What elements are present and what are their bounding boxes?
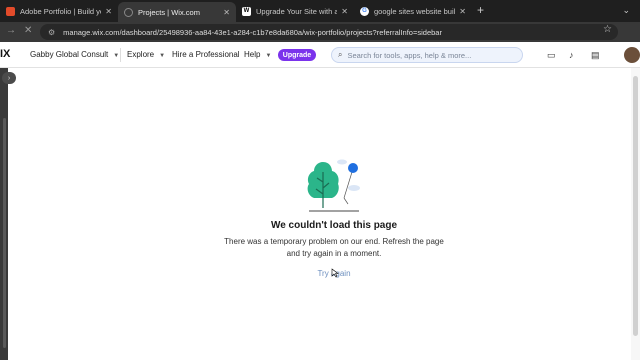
avatar[interactable]: [624, 47, 640, 63]
chat-icon[interactable]: ▭: [547, 50, 556, 61]
notifications-bell-icon[interactable]: ♪: [569, 50, 574, 60]
mouse-cursor-icon: [331, 268, 339, 278]
sidebar-collapsed: ›: [0, 68, 16, 360]
help-menu[interactable]: Help ▼: [244, 50, 271, 59]
tab-title: Projects | Wix.com: [138, 7, 200, 17]
help-label: Help: [244, 50, 261, 59]
adobe-favicon-icon: [6, 6, 15, 16]
expand-sidebar-icon[interactable]: ›: [2, 72, 16, 84]
tree-balloon-illustration: [307, 159, 360, 212]
search-input[interactable]: ⌕ Search for tools, apps, help & more...: [331, 47, 523, 63]
browser-tab-bar: Adobe Portfolio | Build your ow ✕ Projec…: [0, 0, 640, 22]
explore-menu[interactable]: Explore ▼: [127, 50, 165, 59]
site-info-icon[interactable]: ⚙: [48, 28, 55, 37]
close-icon[interactable]: ✕: [105, 7, 112, 16]
tab-upgrade-site[interactable]: W Upgrade Your Site with a Premi ✕: [236, 2, 354, 20]
chevron-down-icon: ▼: [159, 53, 166, 59]
hire-professional-link[interactable]: Hire a Professional: [172, 50, 240, 59]
error-title: We couldn't load this page: [270, 220, 398, 231]
tab-search-icon[interactable]: ⌄: [622, 5, 630, 16]
site-selector[interactable]: Gabby Global Consult ▼: [30, 50, 119, 59]
forward-icon[interactable]: →: [6, 25, 16, 36]
tab-title: Adobe Portfolio | Build your ow: [20, 6, 101, 16]
explore-label: Explore: [127, 50, 155, 59]
inbox-icon[interactable]: ▤: [591, 50, 600, 61]
bookmark-star-icon[interactable]: ☆: [603, 24, 612, 35]
sidebar-scrollbar[interactable]: [3, 118, 6, 348]
google-favicon-icon: G: [360, 6, 369, 16]
scrollbar-thumb[interactable]: [633, 76, 638, 336]
chevron-down-icon: ▼: [113, 53, 120, 59]
chevron-down-icon: ▼: [265, 53, 272, 59]
tab-title: Upgrade Your Site with a Premi: [256, 6, 338, 16]
reload-icon[interactable]: ✕: [24, 25, 32, 36]
url-text: manage.wix.com/dashboard/25498936-aa84-4…: [63, 27, 442, 37]
url-field[interactable]: ⚙ manage.wix.com/dashboard/25498936-aa84…: [40, 24, 618, 40]
close-icon[interactable]: ✕: [341, 7, 348, 16]
tab-google-search[interactable]: G google sites website builder - G ✕: [354, 2, 472, 20]
search-icon: ⌕: [338, 50, 343, 59]
tab-projects-wix[interactable]: Projects | Wix.com ✕: [118, 2, 236, 22]
address-bar-row: → ✕ ⚙ manage.wix.com/dashboard/25498936-…: [0, 22, 640, 42]
tab-adobe-portfolio[interactable]: Adobe Portfolio | Build your ow ✕: [0, 2, 118, 20]
search-placeholder: Search for tools, apps, help & more...: [347, 50, 472, 60]
wix-favicon-icon: W: [242, 6, 251, 16]
app-header: IX Gabby Global Consult ▼ Explore ▼ Hire a…: [0, 42, 640, 68]
divider: [120, 48, 121, 62]
upgrade-button[interactable]: Upgrade: [278, 49, 316, 61]
close-icon[interactable]: ✕: [459, 7, 466, 16]
new-tab-button[interactable]: +: [477, 3, 484, 17]
site-name: Gabby Global Consult: [30, 50, 109, 59]
loading-icon: [124, 7, 133, 17]
wix-logo[interactable]: IX: [0, 48, 10, 60]
error-message: There was a temporary problem on our end…: [224, 237, 444, 258]
tab-title: google sites website builder - G: [374, 6, 455, 16]
page-scrollbar[interactable]: [631, 68, 640, 360]
close-icon[interactable]: ✕: [223, 8, 230, 17]
